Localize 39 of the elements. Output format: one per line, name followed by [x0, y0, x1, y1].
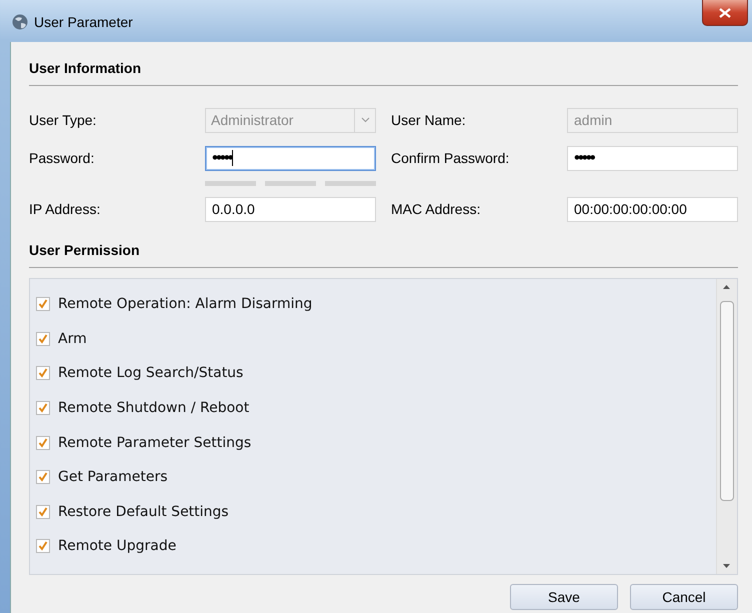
input-field[interactable]: 0.0.0.0 — [205, 196, 376, 222]
scroll-up-icon[interactable] — [723, 285, 730, 289]
save-button[interactable]: Save — [510, 584, 618, 610]
field-label: Password: — [29, 150, 94, 166]
password-field[interactable]: ••••• — [567, 146, 738, 170]
permission-label: Restore Default Settings — [58, 504, 229, 520]
checkbox[interactable] — [36, 504, 50, 519]
globe-icon — [12, 14, 28, 30]
checkbox[interactable] — [36, 401, 50, 416]
checkbox[interactable] — [36, 366, 50, 380]
scrollbar[interactable] — [716, 279, 737, 574]
close-button[interactable] — [702, 0, 748, 26]
checkbox[interactable] — [36, 332, 50, 346]
checkbox[interactable] — [36, 297, 50, 312]
cancel-button[interactable]: Cancel — [630, 584, 738, 610]
scroll-down-icon[interactable] — [723, 564, 730, 568]
section-heading: User Information — [29, 60, 142, 76]
permission-label: Get Parameters — [58, 469, 168, 486]
checkbox[interactable] — [36, 470, 50, 484]
permission-label: Remote Parameter Settings — [58, 434, 252, 451]
scrollbar-thumb[interactable] — [720, 301, 734, 501]
permission-label: Arm — [58, 330, 87, 347]
input-field[interactable]: 00:00:00:00:00:00 — [567, 196, 738, 222]
password-field[interactable]: ••••• — [205, 146, 376, 170]
close-icon — [719, 8, 731, 18]
field-label: User Type: — [29, 112, 96, 128]
permission-label: Remote Log Search/Status — [58, 365, 244, 382]
field-label: MAC Address: — [391, 201, 480, 217]
window-title: User Parameter — [34, 14, 133, 30]
permission-label: Remote Operation: Alarm Disarming — [58, 296, 312, 312]
field-label: IP Address: — [29, 201, 100, 217]
field-label: User Name: — [391, 112, 466, 128]
permission-label: Remote Upgrade — [58, 538, 176, 554]
section-heading: User Permission — [29, 242, 140, 258]
checkbox[interactable] — [36, 539, 50, 554]
checkbox[interactable] — [36, 436, 50, 450]
field-label: Confirm Password: — [391, 150, 510, 166]
permission-label: Remote Shutdown / Reboot — [58, 400, 250, 416]
chevron-down-icon — [360, 117, 370, 123]
